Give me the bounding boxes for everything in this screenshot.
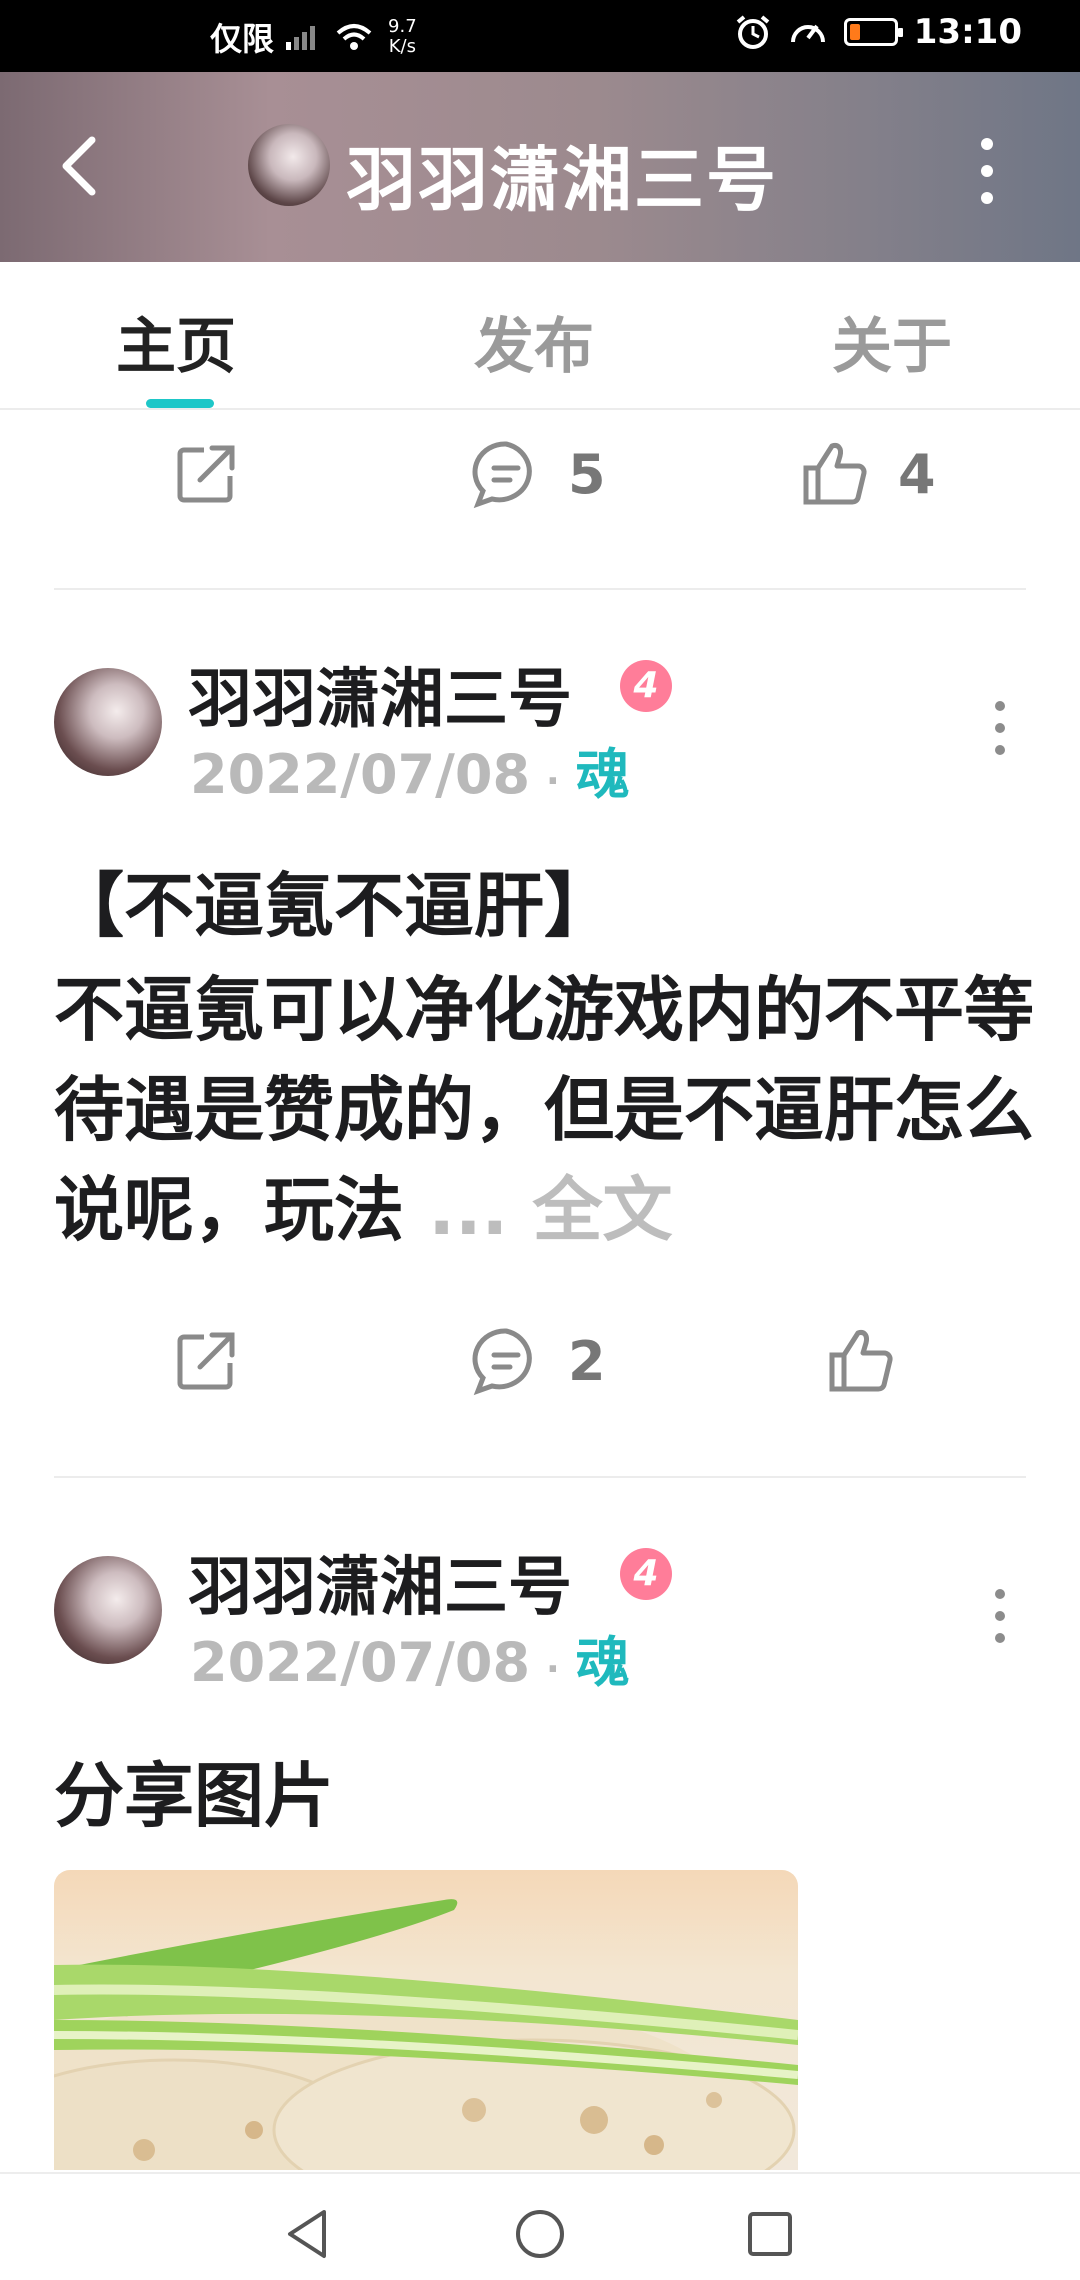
comment-icon [472, 441, 532, 509]
meta-separator: · [546, 761, 560, 802]
post-text[interactable]: 分享图片 [54, 1740, 334, 1841]
carrier-label: 仅限 [210, 20, 275, 58]
level-badge: 4 [620, 660, 672, 712]
meta-separator: · [546, 1649, 560, 1690]
tab-posts[interactable]: 发布 [474, 298, 594, 385]
topic-tag[interactable]: 魂 [576, 1631, 630, 1694]
tab-home[interactable]: 主页 [116, 298, 236, 385]
post-date: 2022/07/08 [190, 743, 531, 806]
status-bar: 仅限 9.7 K/s 13:10 [0, 0, 1080, 72]
like-button[interactable]: 4 [800, 438, 936, 510]
like-button[interactable] [826, 1325, 924, 1397]
post-date: 2022/07/08 [190, 1631, 531, 1694]
post-header: 羽羽潇湘三号 4 2022/07/08 · 魂 [0, 648, 1080, 806]
header-title: 羽羽潇湘三号 [346, 139, 778, 221]
status-left: 仅限 9.7 K/s [210, 14, 417, 60]
tab-about[interactable]: 关于 [832, 298, 952, 385]
like-icon [829, 1330, 893, 1392]
post-actions-top: 5 4 [0, 438, 1080, 558]
comment-count: 2 [568, 1329, 606, 1393]
system-nav-bar [0, 2172, 1080, 2280]
post-header: 羽羽潇湘三号 4 2022/07/08 · 魂 [0, 1536, 1080, 1694]
post-title[interactable]: 【不逼氪不逼肝】 [54, 850, 614, 951]
divider [54, 588, 1026, 590]
wifi-icon [336, 24, 372, 50]
post-meta: 2022/07/08 · 魂 [190, 1618, 630, 1697]
author-name[interactable]: 羽羽潇湘三号 [188, 1536, 572, 1628]
header-avatar[interactable] [248, 124, 330, 206]
share-button[interactable] [170, 438, 242, 510]
comment-button[interactable]: 5 [470, 438, 606, 510]
like-icon [803, 443, 867, 505]
avatar[interactable] [54, 668, 162, 776]
share-icon [177, 1332, 235, 1390]
post-actions: 2 [0, 1325, 1080, 1445]
post-image[interactable] [54, 1870, 798, 2170]
full-text-link[interactable]: 全文 [533, 1169, 673, 1251]
post-body[interactable]: 不逼氪可以净化游戏内的不平等待遇是赞成的，但是不逼肝怎么说呢，玩法 ... 全文 [54, 960, 1034, 1260]
net-speed: 9.7 K/s [388, 17, 417, 57]
flatbread-image [54, 1899, 798, 2170]
battery-icon [843, 18, 903, 46]
nav-home-icon[interactable] [510, 2204, 570, 2264]
topic-tag[interactable]: 魂 [576, 743, 630, 806]
share-button[interactable] [170, 1325, 242, 1397]
more-vertical-icon[interactable] [990, 698, 1010, 758]
post-ellipsis: ... [428, 1169, 533, 1251]
like-count: 4 [898, 442, 936, 506]
nav-recents-icon[interactable] [740, 2204, 800, 2264]
level-badge: 4 [620, 1548, 672, 1600]
alarm-icon [736, 15, 770, 49]
net-speed-value: 9.7 [388, 16, 417, 37]
comment-count: 5 [568, 442, 606, 506]
avatar[interactable] [54, 1556, 162, 1664]
post-meta: 2022/07/08 · 魂 [190, 730, 630, 809]
more-vertical-icon[interactable] [972, 136, 1002, 206]
back-icon[interactable] [52, 134, 108, 198]
profile-header: 羽羽潇湘三号 [0, 72, 1080, 262]
clock: 13:10 [913, 12, 1022, 52]
nav-back-icon[interactable] [278, 2204, 338, 2264]
share-icon [177, 445, 235, 503]
signal-icon [286, 26, 316, 50]
divider [54, 1476, 1026, 1478]
speed-icon [790, 24, 825, 43]
author-name[interactable]: 羽羽潇湘三号 [188, 648, 572, 740]
status-right: 13:10 [734, 12, 1022, 52]
profile-tabs: 主页 发布 关于 [0, 262, 1080, 410]
tab-indicator [146, 399, 214, 408]
net-speed-unit: K/s [388, 36, 416, 57]
comment-button[interactable]: 2 [470, 1325, 606, 1397]
comment-icon [472, 1328, 532, 1396]
more-vertical-icon[interactable] [990, 1586, 1010, 1646]
